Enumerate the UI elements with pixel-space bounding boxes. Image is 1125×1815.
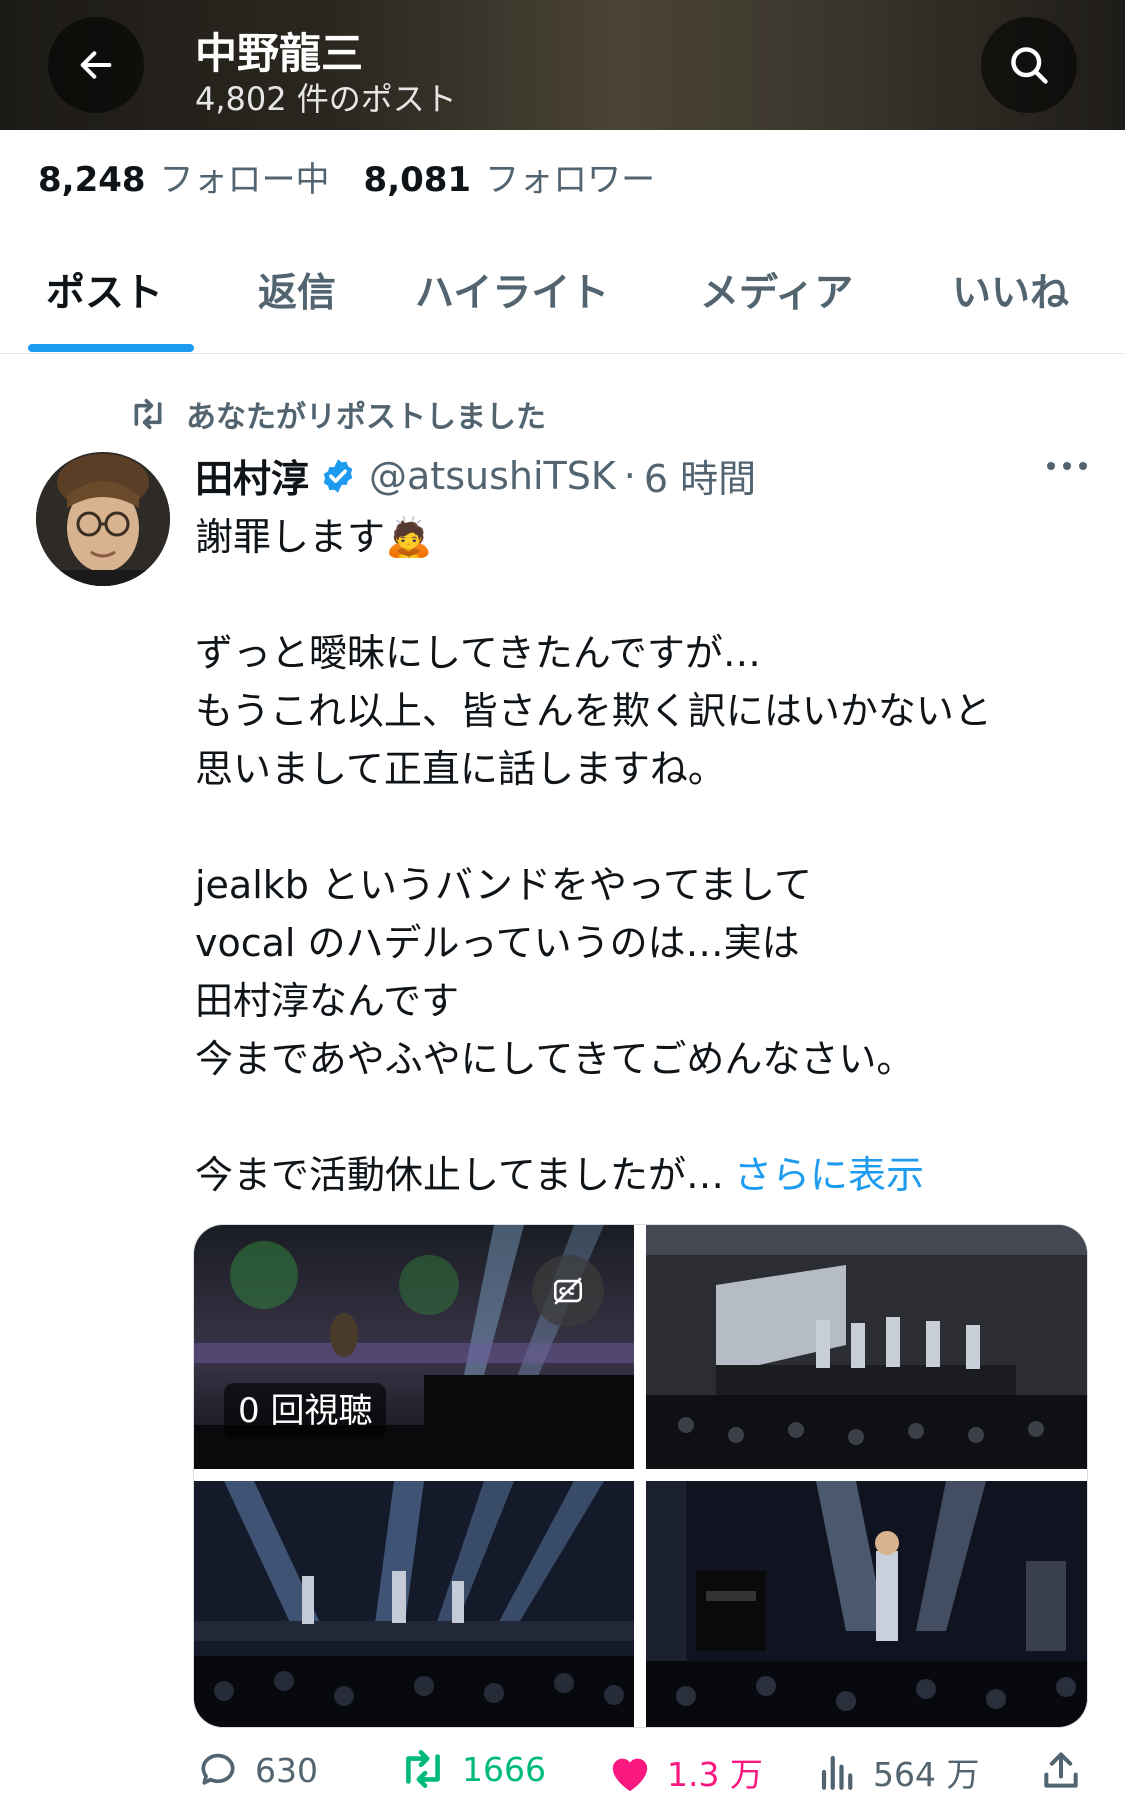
post-text: 謝罪します🙇 ずっと曖昧にしてきたんですが… もうこれ以上、皆さんを欺く訳にはい… (195, 508, 1095, 1204)
tab-highlights[interactable]: ハイライト (415, 262, 609, 318)
post-text-line: 思いまして正直に話しますね。 (195, 747, 726, 791)
profile-tabs: ポスト 返信 ハイライト メディア いいね (0, 240, 1125, 354)
more-dots-icon (1047, 462, 1087, 470)
avatar[interactable] (36, 452, 170, 586)
post-text-line: vocal のハデルっていうのは…実は (195, 921, 800, 965)
post-text-line: 今まで活動休止してましたが… (195, 1153, 724, 1197)
avatar-photo (36, 452, 170, 586)
repost-count: 1666 (462, 1749, 546, 1789)
post-text-gap (195, 1088, 1095, 1146)
reply-icon (201, 1753, 235, 1785)
concert-photo-vocalist (646, 1481, 1087, 1727)
repost-context-label: あなたがリポストしました (186, 400, 546, 435)
views-count: 564 万 (873, 1755, 980, 1794)
media-grid: 0 回視聴 (193, 1224, 1088, 1728)
search-button[interactable] (981, 17, 1077, 113)
active-tab-indicator (28, 344, 194, 352)
post-text-line: ずっと曖昧にしてきたんですが… (195, 631, 761, 675)
post-time[interactable]: 6 時間 (644, 448, 756, 503)
more-options-button[interactable] (1045, 458, 1089, 477)
post-text-line: 謝罪します🙇 (195, 515, 433, 559)
tab-likes[interactable]: いいね (952, 262, 1069, 318)
repost-context: あなたがリポストしました (128, 392, 546, 436)
verified-badge-icon (319, 457, 357, 495)
views-chart-icon (821, 1755, 853, 1790)
reply-button[interactable]: 630 (195, 1748, 318, 1792)
repost-icon (406, 1750, 440, 1788)
tab-replies[interactable]: 返信 (258, 262, 336, 318)
media-photo-4[interactable] (646, 1481, 1087, 1727)
concert-photo-stage (646, 1225, 1087, 1469)
post-text-line: jealkb というバンドをやってまして (195, 863, 812, 907)
profile-name: 中野龍三 (195, 29, 364, 78)
media-photo-2[interactable] (646, 1225, 1087, 1469)
back-button[interactable] (48, 17, 144, 113)
following-count[interactable]: 8,248 (38, 160, 146, 200)
media-video-1[interactable]: 0 回視聴 (194, 1225, 634, 1469)
heart-filled-icon (612, 1758, 648, 1792)
media-photo-3[interactable] (194, 1481, 634, 1727)
views-button[interactable]: 564 万 (817, 1748, 979, 1796)
captions-off-icon (553, 1277, 583, 1305)
profile-header: 中野龍三 4,802 件のポスト (0, 0, 1125, 130)
tab-media[interactable]: メディア (700, 262, 853, 318)
share-button[interactable] (1039, 1748, 1097, 1794)
like-button[interactable]: 1.3 万 (607, 1748, 763, 1796)
post-text-line: もうこれ以上、皆さんを欺く訳にはいかないと (195, 689, 992, 733)
post-text-last-line: 今まで活動休止してましたが… さらに表示 (195, 1146, 1095, 1204)
share-icon (1044, 1752, 1078, 1788)
followers-count[interactable]: 8,081 (364, 160, 472, 200)
follow-stats: 8,248 フォロー中 8,081 フォロワー (38, 152, 689, 201)
repost-button[interactable]: 1666 (398, 1748, 546, 1790)
video-views-badge: 0 回視聴 (224, 1383, 387, 1439)
post-text-gap (195, 566, 1095, 624)
followers-label[interactable]: フォロワー (485, 152, 655, 201)
author-name[interactable]: 田村淳 (195, 448, 309, 503)
back-arrow-icon (80, 51, 112, 79)
search-icon (1011, 47, 1048, 84)
like-count: 1.3 万 (667, 1755, 763, 1794)
reply-count: 630 (255, 1750, 318, 1790)
tab-posts[interactable]: ポスト (46, 262, 163, 318)
separator-dot: · (623, 453, 636, 498)
post-author-row: 田村淳 @atsushiTSK · 6 時間 (195, 448, 756, 503)
show-more-link[interactable]: さらに表示 (734, 1153, 924, 1197)
captions-button[interactable] (532, 1255, 604, 1327)
repost-icon (134, 398, 162, 430)
post-action-bar: 630 1666 1.3 万 564 万 (195, 1748, 1095, 1808)
post-text-line: 田村淳なんです (195, 979, 460, 1023)
post-text-line: 今まであやふやにしてきてごめんなさい。 (195, 1037, 915, 1081)
post-text-gap (195, 798, 1095, 856)
concert-photo-lights (194, 1481, 634, 1727)
post-count: 4,802 件のポスト (195, 80, 457, 118)
following-label[interactable]: フォロー中 (160, 152, 330, 201)
author-handle[interactable]: @atsushiTSK (369, 454, 616, 498)
